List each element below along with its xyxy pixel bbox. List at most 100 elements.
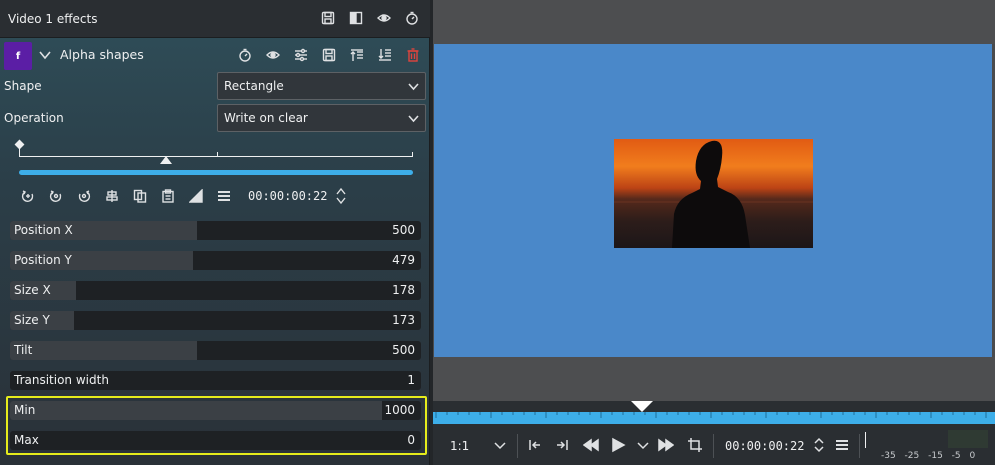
- silhouette-image: [614, 140, 813, 248]
- curve-icon[interactable]: [188, 188, 204, 204]
- chevron-down-icon: [408, 81, 419, 92]
- keyframe-timer-icon[interactable]: [238, 47, 252, 63]
- slider-value: 500: [392, 343, 415, 357]
- keyframe-timecode[interactable]: 00:00:00:22: [248, 189, 327, 203]
- play-icon[interactable]: [609, 436, 627, 454]
- split-compare-icon[interactable]: [347, 9, 364, 26]
- toolbar-separator: [713, 434, 714, 458]
- slider-position-y[interactable]: Position Y 479: [10, 251, 421, 270]
- next-keyframe-icon[interactable]: [76, 188, 92, 204]
- toolbar-separator: [517, 434, 518, 458]
- menu-icon[interactable]: [833, 436, 851, 454]
- slider-label: Position Y: [14, 253, 72, 267]
- operation-label: Operation: [4, 111, 64, 125]
- project-monitor: 1:1 00:00:00:22 -35 -25 -15 -5 0: [433, 0, 995, 465]
- shape-combobox[interactable]: Rectangle: [217, 72, 426, 100]
- paste-icon[interactable]: [160, 188, 176, 204]
- slider-fill: [10, 341, 197, 360]
- keyframe-playhead[interactable]: [160, 156, 172, 164]
- chevron-down-icon: [408, 113, 419, 124]
- set-zone-in-icon[interactable]: [526, 436, 544, 454]
- monitor-top-margin: [433, 0, 995, 44]
- monitor-toolbar: 1:1 00:00:00:22 -35 -25 -15 -5 0: [433, 424, 995, 465]
- slider-value: 479: [392, 253, 415, 267]
- move-down-icon[interactable]: [378, 47, 392, 63]
- rewind-icon[interactable]: [582, 436, 600, 454]
- slider-label: Tilt: [14, 343, 33, 357]
- slider-value: 1000: [384, 403, 415, 417]
- add-keyframe-icon[interactable]: [20, 188, 36, 204]
- timer-icon[interactable]: [403, 9, 420, 26]
- slider-size-y[interactable]: Size Y 173: [10, 311, 421, 330]
- forward-icon[interactable]: [657, 436, 675, 454]
- eye-icon[interactable]: [266, 47, 280, 63]
- operation-row: Operation Write on clear: [4, 104, 426, 132]
- slider-value: 173: [392, 313, 415, 327]
- audio-meter-scale: -35 -25 -15 -5 0: [881, 451, 976, 461]
- effect-header-alpha-shapes[interactable]: f Alpha shapes: [0, 40, 430, 71]
- slider-value: 178: [392, 283, 415, 297]
- keyframe-tick: [217, 152, 218, 157]
- monitor-playhead[interactable]: [631, 401, 653, 412]
- slider-max[interactable]: Max 0: [10, 431, 421, 450]
- shape-value: Rectangle: [224, 79, 284, 93]
- slider-value: 0: [407, 433, 415, 447]
- slider-fill: [10, 401, 382, 420]
- previous-keyframe-icon[interactable]: [48, 188, 64, 204]
- spin-arrows-icon[interactable]: [810, 436, 828, 454]
- video-frame-sunset: [614, 139, 813, 248]
- slider-label: Size Y: [14, 313, 50, 327]
- slider-label: Min: [14, 403, 36, 417]
- shape-row: Shape Rectangle: [4, 72, 426, 100]
- keyframe-timeline[interactable]: [10, 138, 420, 182]
- sliders-icon[interactable]: [294, 47, 308, 63]
- save-icon[interactable]: [322, 47, 336, 63]
- operation-value: Write on clear: [224, 111, 308, 125]
- show-effect-icon[interactable]: [375, 9, 392, 26]
- header-icons: [319, 9, 420, 26]
- operation-combobox[interactable]: Write on clear: [217, 104, 426, 132]
- video-canvas[interactable]: [434, 44, 992, 357]
- center-icon[interactable]: [104, 188, 120, 204]
- keyframe-tick: [412, 152, 413, 157]
- spin-arrows-icon[interactable]: [335, 187, 347, 205]
- shape-label: Shape: [4, 79, 42, 93]
- effect-icons: [238, 47, 420, 63]
- chevron-down-icon[interactable]: [634, 436, 652, 454]
- audio-meter-cursor: [865, 432, 866, 448]
- crop-icon[interactable]: [686, 436, 704, 454]
- slider-min[interactable]: Min 1000: [10, 401, 421, 420]
- chevron-down-icon[interactable]: [38, 48, 52, 62]
- slider-position-x[interactable]: Position X 500: [10, 221, 421, 240]
- effects-panel-header: Video 1 effects: [0, 0, 430, 38]
- save-effect-icon[interactable]: [319, 9, 336, 26]
- effects-panel: Video 1 effects f Alpha shapes Shape Rec…: [0, 0, 430, 465]
- copy-icon[interactable]: [132, 188, 148, 204]
- effect-name: Alpha shapes: [60, 47, 144, 62]
- slider-size-x[interactable]: Size X 178: [10, 281, 421, 300]
- move-up-icon[interactable]: [350, 47, 364, 63]
- slider-tilt[interactable]: Tilt 500: [10, 341, 421, 360]
- slider-label: Max: [14, 433, 39, 447]
- menu-icon[interactable]: [216, 188, 232, 204]
- audio-meter-level: [948, 430, 988, 448]
- monitor-timecode[interactable]: 00:00:00:22: [725, 439, 804, 453]
- slider-label: Size X: [14, 283, 51, 297]
- chevron-down-icon[interactable]: [491, 436, 509, 454]
- monitor-ruler[interactable]: [433, 401, 995, 424]
- slider-value: 1: [407, 373, 415, 387]
- set-zone-out-icon[interactable]: [553, 436, 571, 454]
- ruler-ticks: [435, 412, 987, 418]
- keyframe-toolbar: 00:00:00:22: [20, 186, 420, 206]
- keyframe-zoom-bar[interactable]: [19, 170, 413, 175]
- slider-transition-width[interactable]: Transition width 1: [10, 371, 421, 390]
- delete-icon[interactable]: [406, 47, 420, 63]
- zoom-level[interactable]: 1:1: [450, 439, 469, 453]
- toolbar-separator: [859, 434, 860, 458]
- keyframe-track-line: [19, 156, 413, 157]
- slider-label: Transition width: [14, 373, 109, 387]
- keyframe-marker[interactable]: [14, 139, 25, 150]
- panel-title: Video 1 effects: [8, 11, 98, 26]
- slider-label: Position X: [14, 223, 73, 237]
- slider-value: 500: [392, 223, 415, 237]
